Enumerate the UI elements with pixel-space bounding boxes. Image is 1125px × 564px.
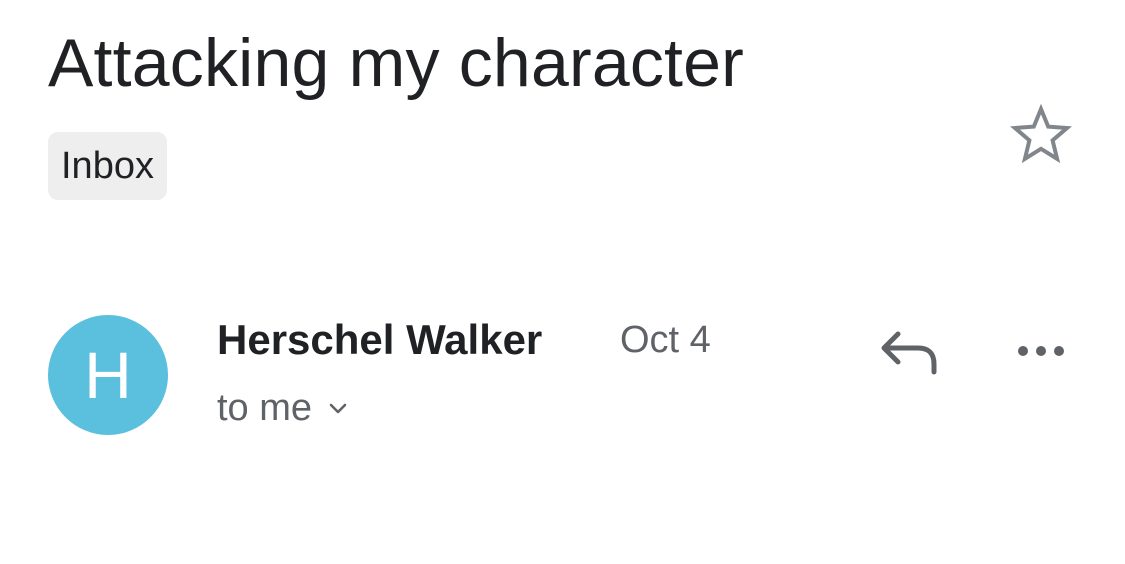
star-icon [1010,104,1072,166]
sender-avatar[interactable]: H [48,315,168,435]
chevron-down-icon [328,402,348,416]
sender-name: Herschel Walker [217,316,543,363]
reply-icon [876,324,942,378]
reply-button[interactable] [876,324,942,378]
recipient-details-toggle[interactable]: to me [217,383,348,433]
email-subject: Attacking my character [48,25,744,101]
recipient-text: to me [217,387,313,429]
star-button[interactable] [1010,104,1072,166]
label-chip-inbox[interactable]: Inbox [48,132,167,200]
more-options-button[interactable] [1010,332,1072,370]
message-date: Oct 4 [620,319,711,361]
more-horizontal-icon [1010,332,1072,370]
